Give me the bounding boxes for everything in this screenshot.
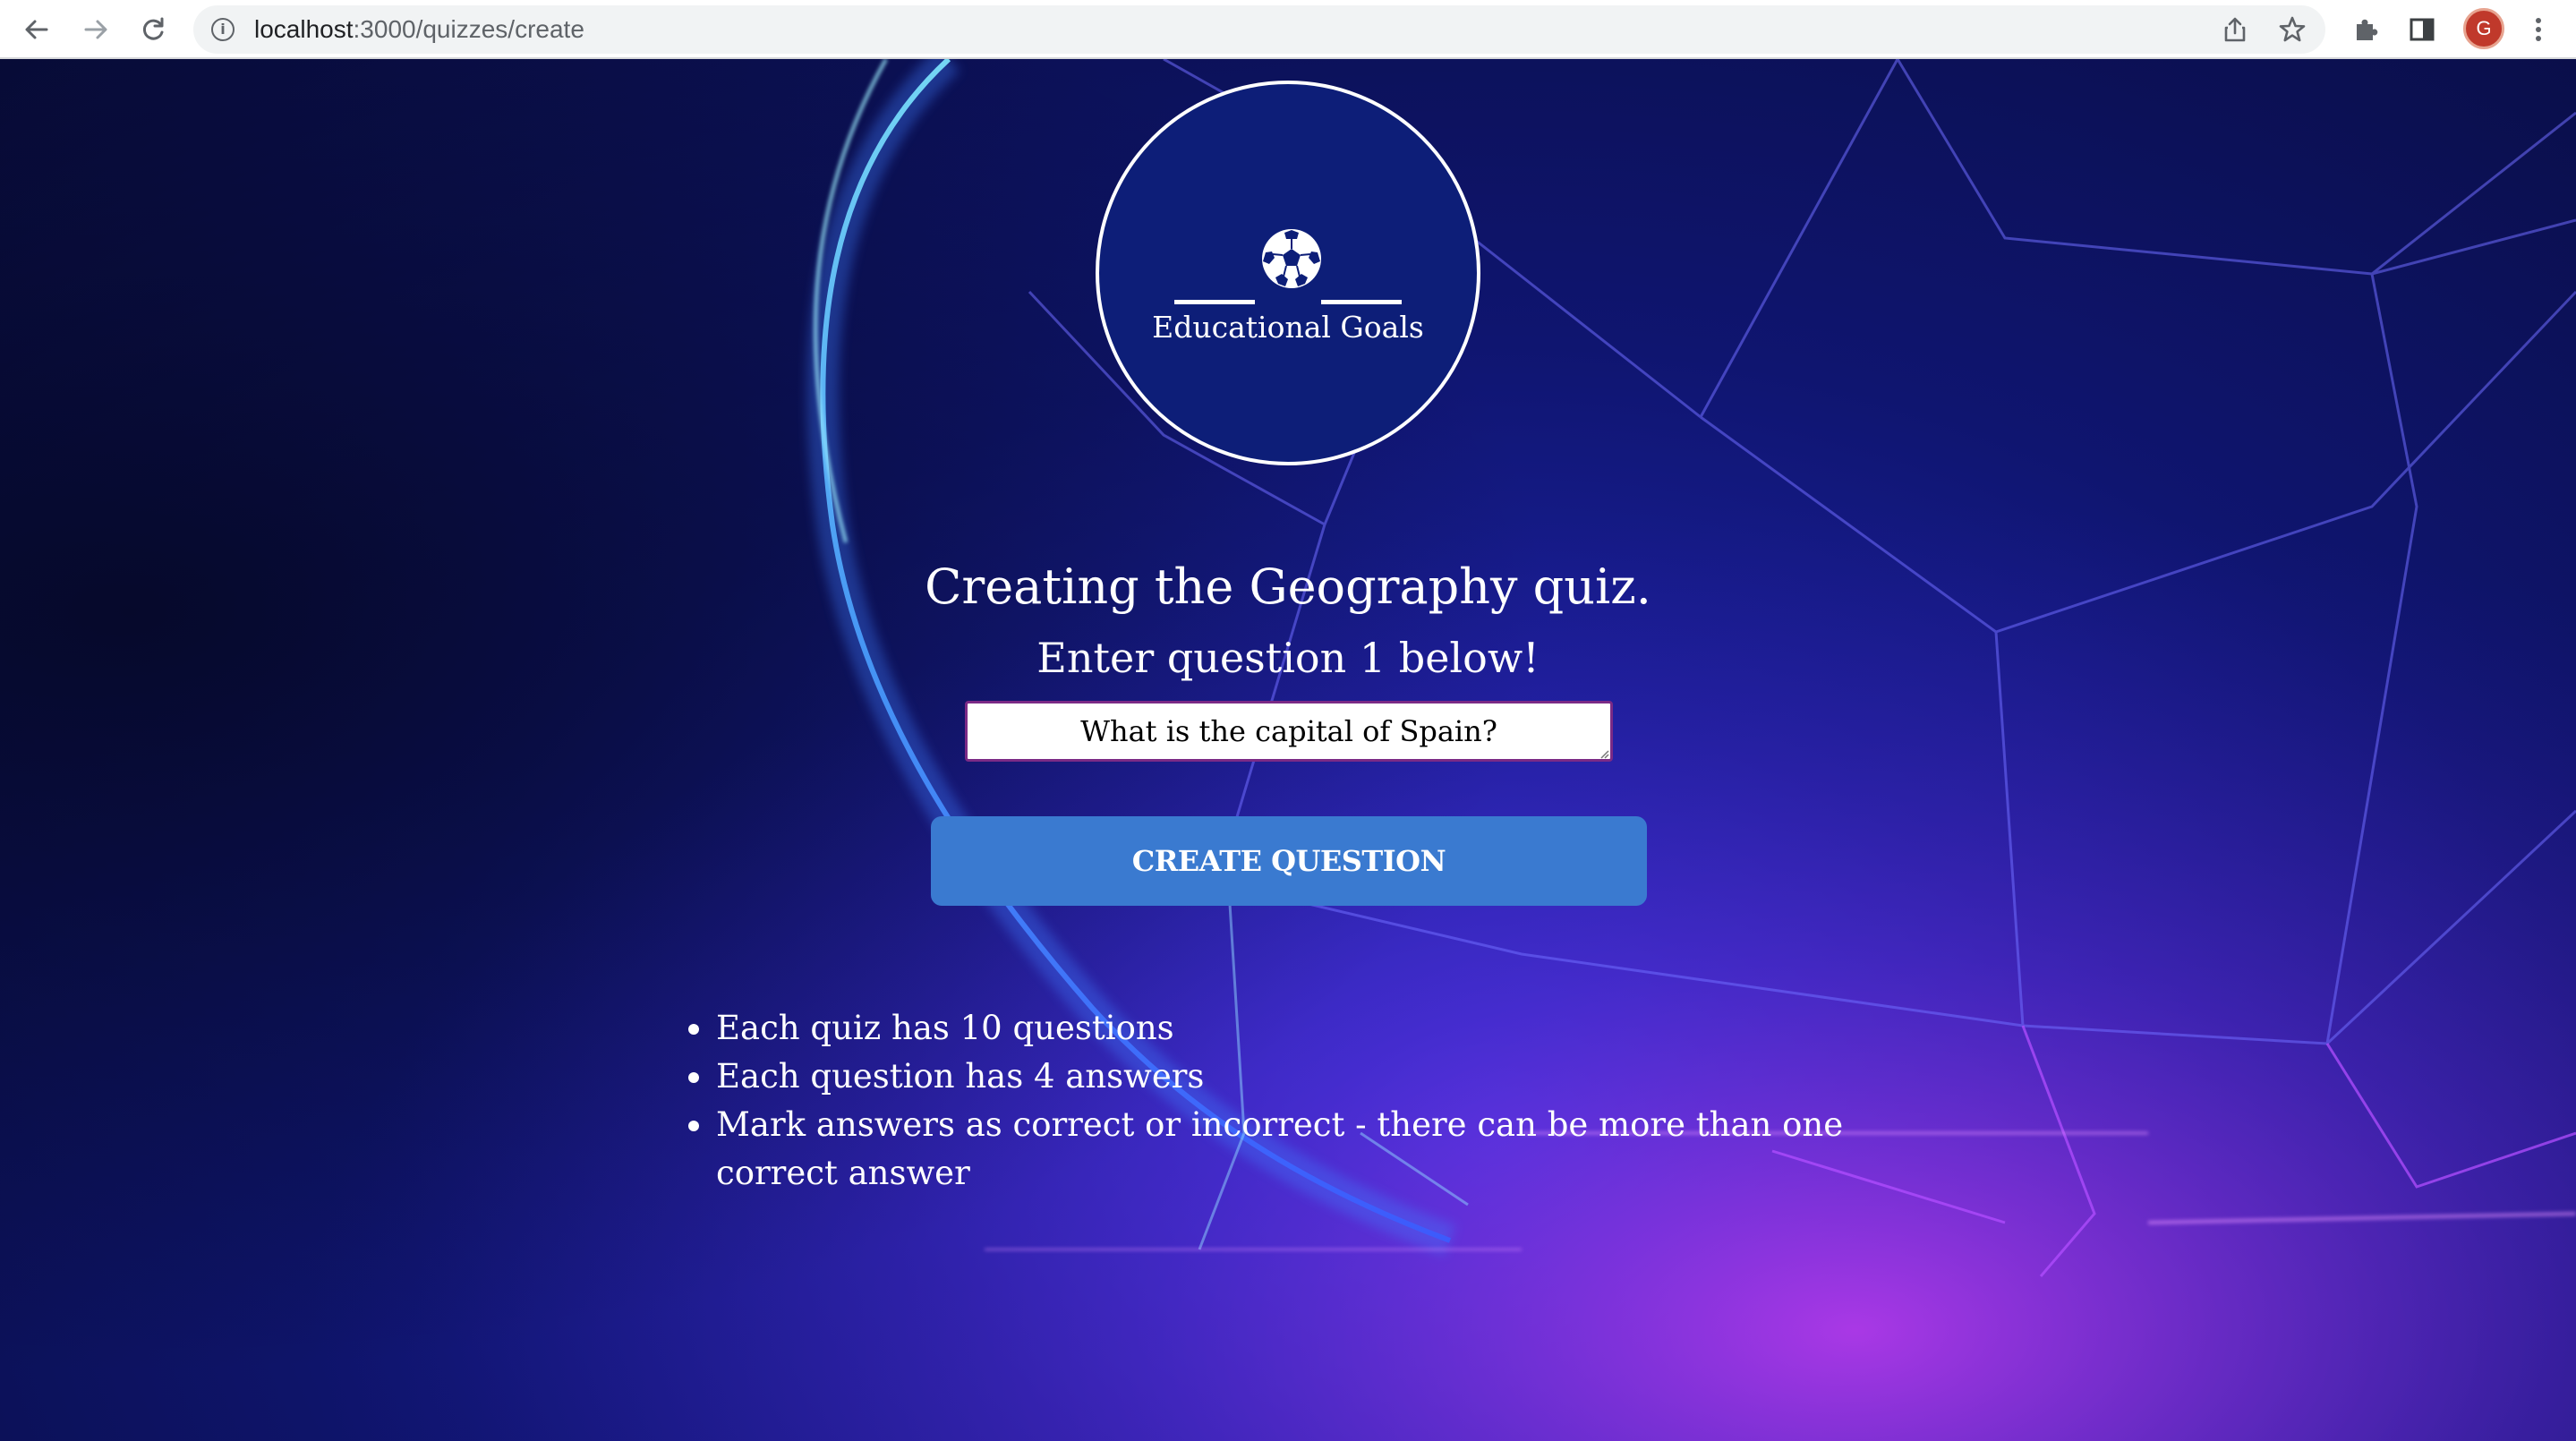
forward-button[interactable] bbox=[75, 9, 116, 50]
arrow-right-icon bbox=[84, 20, 107, 39]
profile-avatar[interactable]: G bbox=[2463, 8, 2504, 49]
share-icon[interactable] bbox=[2218, 13, 2252, 47]
reload-button[interactable] bbox=[132, 9, 174, 50]
arrow-left-icon bbox=[25, 20, 48, 39]
side-panel-icon[interactable] bbox=[2402, 10, 2442, 49]
resize-grip-icon[interactable] bbox=[1599, 748, 1609, 759]
soccer-ball-icon bbox=[1262, 229, 1321, 288]
list-item: Each question has 4 answers bbox=[688, 1053, 1880, 1101]
quiz-rules-list: Each quiz has 10 questions Each question… bbox=[680, 1004, 1969, 1198]
logo-right-line bbox=[1321, 300, 1402, 304]
bookmark-star-icon[interactable] bbox=[2275, 13, 2309, 47]
list-item: Each quiz has 10 questions bbox=[688, 1004, 1880, 1053]
page-title: Creating the Geography quiz. bbox=[925, 558, 1651, 615]
logo-name: Educational Goals bbox=[1152, 310, 1424, 345]
extensions-puzzle-icon[interactable] bbox=[2347, 10, 2386, 49]
logo-badge[interactable]: Educational Goals bbox=[1096, 81, 1480, 465]
page-subtitle: Enter question 1 below! bbox=[1036, 634, 1540, 682]
site-info-icon[interactable]: i bbox=[211, 18, 235, 41]
url-path: :3000/quizzes/create bbox=[353, 15, 584, 43]
list-item: Mark answers as correct or incorrect - t… bbox=[688, 1101, 1880, 1198]
back-button[interactable] bbox=[16, 9, 57, 50]
browser-toolbar: i localhost:3000/quizzes/create G bbox=[0, 0, 2576, 59]
url-host: localhost bbox=[254, 15, 354, 43]
question-input[interactable] bbox=[965, 701, 1613, 762]
browser-menu-icon[interactable] bbox=[2519, 10, 2558, 49]
create-question-button[interactable]: CREATE QUESTION bbox=[931, 816, 1647, 906]
reload-icon bbox=[142, 17, 164, 40]
url-text[interactable]: localhost:3000/quizzes/create bbox=[254, 5, 584, 54]
address-bar[interactable]: i localhost:3000/quizzes/create bbox=[193, 5, 2325, 54]
logo-left-line bbox=[1174, 300, 1255, 304]
page-viewport: Educational Goals Creating the Geography… bbox=[0, 59, 2576, 1441]
